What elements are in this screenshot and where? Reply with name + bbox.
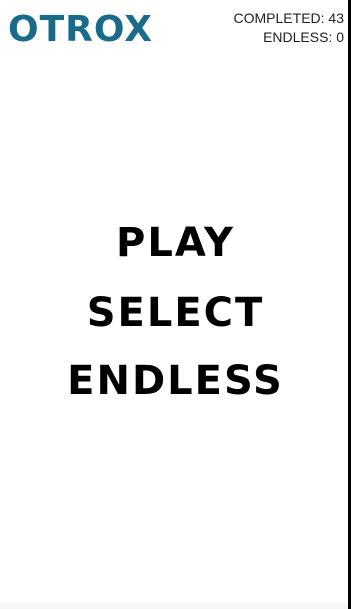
endless-count: ENDLESS: 0	[263, 29, 344, 45]
play-button[interactable]: PLAY	[0, 220, 351, 266]
endless-button[interactable]: ENDLESS	[0, 358, 351, 404]
stats-panel: COMPLETED: 43 ENDLESS: 0	[234, 9, 344, 47]
bottom-strip	[0, 603, 348, 609]
game-logo: OTROX	[8, 9, 153, 50]
select-button[interactable]: SELECT	[0, 290, 351, 336]
game-screen: OTROX COMPLETED: 43 ENDLESS: 0 PLAY SELE…	[0, 0, 351, 609]
completed-count: COMPLETED: 43	[233, 10, 344, 26]
